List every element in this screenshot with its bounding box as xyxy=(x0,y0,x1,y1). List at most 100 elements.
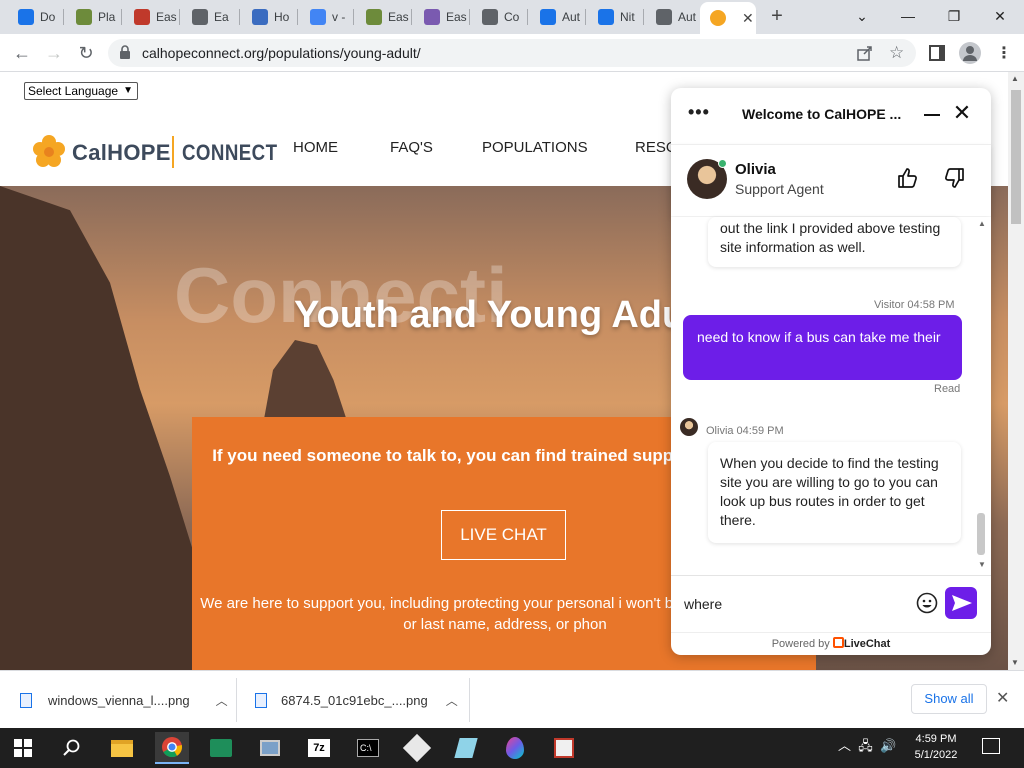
tab-search-icon[interactable]: ⌄ xyxy=(846,4,878,28)
logo-text-calhope[interactable]: CalHOPE xyxy=(72,140,171,166)
forward-button[interactable]: → xyxy=(42,42,66,64)
send-button[interactable] xyxy=(945,587,977,619)
profile-avatar-icon[interactable] xyxy=(959,42,981,64)
tab-favicon-icon xyxy=(424,9,440,25)
tab-favicon-icon xyxy=(76,9,92,25)
tab-label: Pla xyxy=(98,10,116,24)
share-icon[interactable] xyxy=(856,44,874,62)
tab-separator xyxy=(643,9,644,25)
browser-tab[interactable]: Ea xyxy=(182,4,238,30)
bookmark-star-icon[interactable]: ☆ xyxy=(889,43,904,63)
chevron-up-icon[interactable]: ︿ xyxy=(446,692,458,709)
browser-tab[interactable]: Eas xyxy=(124,4,180,30)
browser-tab[interactable]: Eas xyxy=(414,4,470,30)
minimize-button[interactable]: — xyxy=(892,4,924,28)
chrome-icon[interactable] xyxy=(155,732,189,764)
nav-populations[interactable]: POPULATIONS xyxy=(482,139,588,156)
calhope-logo-icon[interactable] xyxy=(32,134,66,168)
tab-label: Eas xyxy=(388,10,409,24)
browser-tab[interactable]: Co xyxy=(472,4,528,30)
tab-label: Ea xyxy=(214,10,229,24)
tab-favicon-icon xyxy=(656,9,672,25)
tab-separator xyxy=(63,9,64,25)
lock-icon[interactable] xyxy=(118,44,132,60)
windows-start-icon[interactable] xyxy=(6,732,40,764)
emoji-icon[interactable] xyxy=(916,592,938,614)
page-scrollbar-thumb[interactable] xyxy=(1011,90,1021,224)
browser-tab[interactable]: Aut xyxy=(646,4,702,30)
side-panel-icon[interactable] xyxy=(929,45,945,61)
tab-separator xyxy=(297,9,298,25)
calhope-favicon-icon xyxy=(710,10,726,26)
livechat-brand[interactable]: LiveChat xyxy=(844,638,890,650)
tab-favicon-icon xyxy=(366,9,382,25)
file-explorer-icon[interactable] xyxy=(105,732,139,764)
app-glass-icon[interactable] xyxy=(449,732,483,764)
tab-favicon-icon xyxy=(134,9,150,25)
app-paint-icon[interactable] xyxy=(400,732,434,764)
download-separator xyxy=(469,678,470,722)
nav-faqs[interactable]: FAQ'S xyxy=(390,139,433,156)
chat-scrollbar-thumb[interactable] xyxy=(977,513,985,555)
chat-close-button[interactable]: ✕ xyxy=(952,102,972,124)
tab-separator xyxy=(527,9,528,25)
close-downloads-icon[interactable]: ✕ xyxy=(996,688,1009,708)
maximize-button[interactable]: ❐ xyxy=(938,4,970,28)
scroll-down-icon[interactable]: ▼ xyxy=(1011,658,1019,667)
chevron-down-icon: ▼ xyxy=(123,85,133,96)
menu-kebab-icon[interactable]: ⋮ xyxy=(996,43,1012,63)
clock-date: 5/1/2022 xyxy=(914,749,958,761)
tab-label: Aut xyxy=(678,10,697,24)
read-receipt: Read xyxy=(934,383,961,395)
search-icon[interactable] xyxy=(55,732,89,764)
nav-home[interactable]: HOME xyxy=(293,139,338,156)
scroll-up-icon[interactable]: ▲ xyxy=(1011,74,1019,83)
browser-tab[interactable]: Nit xyxy=(588,4,644,30)
browser-tab[interactable]: v - xyxy=(300,4,356,30)
close-tab-icon[interactable]: ✕ xyxy=(742,10,754,27)
clock-time: 4:59 PM xyxy=(915,733,957,745)
window-close-button[interactable]: ✕ xyxy=(984,4,1016,28)
notifications-icon[interactable] xyxy=(982,738,1000,754)
logo-text-connect[interactable]: CONNECT xyxy=(182,140,277,166)
terminal-icon[interactable]: C:\ xyxy=(351,732,385,764)
new-tab-button[interactable]: + xyxy=(766,6,788,28)
app-balloon-icon[interactable] xyxy=(498,732,532,764)
browser-tab[interactable]: Eas xyxy=(356,4,412,30)
chat-more-icon[interactable]: ••• xyxy=(688,102,710,123)
show-all-button[interactable]: Show all xyxy=(911,684,987,714)
browser-tab[interactable]: Pla xyxy=(66,4,122,30)
browser-tab[interactable]: Do xyxy=(8,4,64,30)
chat-minimize-button[interactable] xyxy=(922,104,942,122)
tab-label: Do xyxy=(40,10,56,24)
tab-favicon-icon xyxy=(192,9,208,25)
browser-tab[interactable]: Aut xyxy=(530,4,586,30)
url-text[interactable]: calhopeconnect.org/populations/young-adu… xyxy=(142,45,421,61)
agent-mini-avatar xyxy=(680,418,698,436)
download-item[interactable]: 6874.5_01c91ebc_....png ︿ xyxy=(255,678,458,722)
visitor-message-meta: Visitor 04:58 PM xyxy=(874,299,955,311)
chat-message-input[interactable] xyxy=(684,594,904,614)
browser-tab[interactable]: Ho xyxy=(242,4,298,30)
chevron-up-icon[interactable]: ︿ xyxy=(216,692,228,709)
system-tray-icons[interactable]: ︿ 🖧 🔊 xyxy=(838,735,896,759)
download-item[interactable]: windows_vienna_l....png ︿ xyxy=(20,678,228,722)
taskbar-clock[interactable]: 4:59 PM 5/1/2022 xyxy=(912,731,960,763)
agent-message: out the link I provided above testing si… xyxy=(708,217,961,267)
language-select[interactable]: Select Language ▼ xyxy=(24,82,138,100)
thumbs-up-icon[interactable] xyxy=(896,166,920,190)
powered-by-footer: Powered by LiveChat xyxy=(671,632,991,655)
chat-scroll-down-icon[interactable]: ▼ xyxy=(978,560,986,569)
thumbs-down-icon[interactable] xyxy=(942,166,966,190)
chat-scroll-up-icon[interactable]: ▲ xyxy=(978,219,986,228)
back-button[interactable]: ← xyxy=(10,42,34,64)
reload-button[interactable]: ↻ xyxy=(74,42,98,64)
browser-tab-active[interactable]: ✕ xyxy=(700,2,756,34)
tab-separator xyxy=(353,9,354,25)
app-green-icon[interactable] xyxy=(204,732,238,764)
live-chat-button[interactable]: LIVE CHAT xyxy=(441,510,566,560)
app-computer-icon[interactable] xyxy=(253,732,287,764)
file-icon xyxy=(20,692,32,708)
app-tools-icon[interactable] xyxy=(547,732,581,764)
7zip-icon[interactable]: 7z xyxy=(302,732,336,764)
